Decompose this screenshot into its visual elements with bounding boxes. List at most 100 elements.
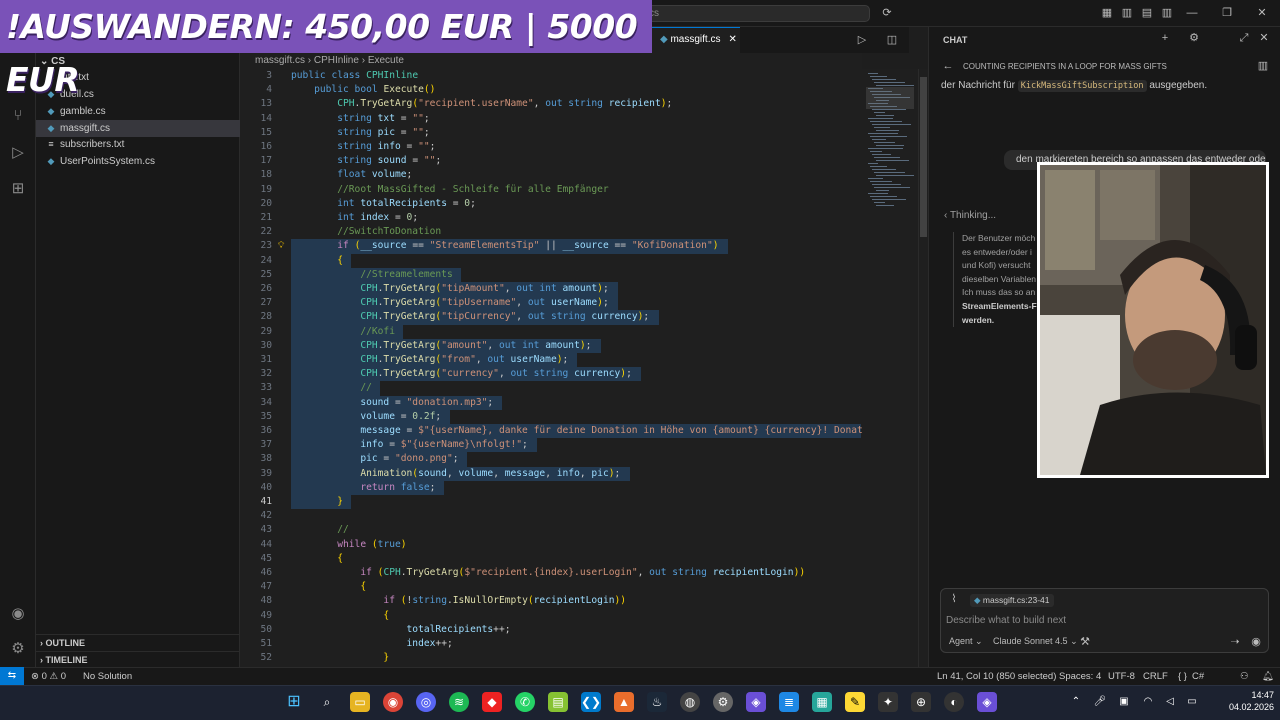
chat-input[interactable]: Describe what to build next — [946, 615, 1066, 626]
app-icon[interactable]: ◈ — [746, 692, 766, 712]
code-line[interactable]: 37 info = $"{userName}\nfolgt!"; — [240, 438, 862, 453]
indent-status[interactable]: Spaces: 4 — [1059, 668, 1101, 685]
file-item[interactable]: ≡ subscribers.txt — [36, 136, 240, 153]
tray-chevron-icon[interactable]: ⌃ — [1066, 692, 1086, 712]
breadcrumb-class[interactable]: CPHInline — [314, 55, 359, 66]
code-line[interactable]: 44 while (true) — [240, 538, 862, 552]
context-chip[interactable]: ◆ massgift.cs:23-41 — [970, 594, 1054, 607]
restore-icon[interactable]: ❐ — [1220, 6, 1234, 20]
tab-massgift[interactable]: ◆ massgift.cs ✕ — [652, 27, 740, 53]
code-editor[interactable]: 3 public class CPHInline 4 public bool Exe… — [240, 69, 862, 667]
code-line[interactable]: 14 string txt = ""; — [240, 112, 862, 126]
copilot-icon[interactable]: ⟳ — [880, 6, 894, 20]
command-center-search[interactable]: cs — [640, 5, 870, 22]
code-line[interactable]: 15 string pic = ""; — [240, 126, 862, 140]
code-line[interactable]: 35 volume = 0.2f; — [240, 409, 862, 424]
code-line[interactable]: 50 totalRecipients++; — [240, 623, 862, 637]
editor-scrollbar[interactable] — [918, 69, 928, 667]
code-line[interactable]: 26 CPH.TryGetArg("tipAmount", out int am… — [240, 282, 862, 297]
spotify-icon[interactable]: ≋ — [449, 692, 469, 712]
code-line[interactable]: 48 if (!string.IsNullOrEmpty(recipientLo… — [240, 594, 862, 608]
code-line[interactable]: 38 pic = "dono.png"; — [240, 452, 862, 467]
new-chat-icon[interactable]: + — [1158, 31, 1172, 45]
breadcrumb-method[interactable]: Execute — [368, 55, 404, 66]
code-line[interactable]: 19 //Root MassGifted - Schleife für alle… — [240, 183, 862, 197]
chrome-icon[interactable]: ◉ — [383, 692, 403, 712]
encoding-status[interactable]: UTF-8 — [1108, 668, 1135, 685]
code-line[interactable]: 13 CPH.TryGetArg("recipient.userName", o… — [240, 97, 862, 111]
timeline-section[interactable]: › TIMELINE — [36, 651, 240, 668]
code-line[interactable]: 39 Animation(sound, volume, message, inf… — [240, 466, 862, 481]
code-line[interactable]: 36 message = $"{userName}, danke für dei… — [240, 424, 862, 439]
layout-icon[interactable]: ▦ — [1100, 6, 1114, 20]
extensions-icon[interactable]: ⊞ — [8, 179, 28, 199]
code-line[interactable]: 52 } — [240, 651, 862, 665]
remote-icon[interactable]: ⇆ — [0, 667, 24, 685]
language-status[interactable]: C# — [1192, 668, 1204, 685]
whatsapp-icon[interactable]: ✆ — [515, 692, 535, 712]
toggle-sidebar-icon[interactable]: ▥ — [1120, 6, 1134, 20]
code-line[interactable]: 34 sound = "donation.mp3"; — [240, 395, 862, 410]
thinking-toggle[interactable]: ‹ Thinking... — [944, 210, 996, 221]
file-item[interactable]: ◆ UserPointsSystem.cs — [36, 153, 240, 170]
discord-icon[interactable]: ◎ — [416, 692, 436, 712]
app-icon[interactable]: ◆ — [482, 692, 502, 712]
send-icon[interactable]: ➝ — [1228, 635, 1242, 649]
code-line[interactable]: 42 — [240, 509, 862, 523]
account-icon[interactable]: ◉ — [8, 604, 28, 624]
toggle-secondary-sidebar-icon[interactable]: ▥ — [1160, 6, 1174, 20]
gear-icon[interactable]: ⚙ — [8, 639, 28, 659]
code-line[interactable]: 29 //Kofi — [240, 324, 862, 339]
sessions-icon[interactable]: ▥ — [1256, 59, 1270, 73]
code-line[interactable]: 18 float volume; — [240, 168, 862, 182]
app-icon[interactable]: ▲ — [614, 692, 634, 712]
code-line[interactable]: 20 int totalRecipients = 0; — [240, 197, 862, 211]
outline-section[interactable]: › OUTLINE — [36, 634, 240, 651]
code-line[interactable]: 24 { — [240, 253, 862, 268]
run-debug-icon[interactable]: ▷ — [8, 143, 28, 163]
app-icon[interactable]: ✦ — [878, 692, 898, 712]
volume-icon[interactable]: ◁ — [1160, 692, 1180, 712]
code-line[interactable]: 28 CPH.TryGetArg("tipCurrency", out stri… — [240, 310, 862, 325]
code-line[interactable]: 43 // — [240, 523, 862, 537]
microphone-icon[interactable]: 🎤︎ — [1090, 692, 1110, 712]
close-icon[interactable]: ✕ — [728, 34, 736, 45]
system-clock[interactable]: 14:47 04.02.2026 — [1218, 689, 1274, 713]
app-icon[interactable]: ⊕ — [911, 692, 931, 712]
app-icon[interactable]: ▦ — [812, 692, 832, 712]
code-line[interactable]: 17 string sound = ""; — [240, 154, 862, 168]
code-line[interactable]: 40 return false; — [240, 480, 862, 495]
solution-status[interactable]: No Solution — [83, 668, 132, 685]
app-icon[interactable]: ⚙ — [713, 692, 733, 712]
app-icon[interactable]: ◐ — [944, 692, 964, 712]
code-line[interactable]: 31 CPH.TryGetArg("from", out userName); — [240, 353, 862, 368]
minimap[interactable] — [862, 69, 918, 667]
scrollbar-thumb[interactable] — [920, 77, 927, 237]
close-window-icon[interactable]: ✕ — [1255, 6, 1269, 20]
tools-icon[interactable]: ⚒ — [1078, 635, 1092, 649]
split-editor-icon[interactable]: ◫ — [885, 33, 899, 47]
model-picker[interactable]: Claude Sonnet 4.5 ⌄ — [993, 636, 1078, 647]
code-line[interactable]: 51 index++; — [240, 637, 862, 651]
code-line[interactable]: 16 string info = ""; — [240, 140, 862, 154]
copilot-status-icon[interactable]: ⚇ — [1240, 668, 1249, 685]
battery-icon[interactable]: ▭ — [1182, 692, 1202, 712]
vscode-icon[interactable]: ❮❯ — [581, 692, 601, 712]
code-line[interactable]: 41 } — [240, 495, 862, 510]
notifications-icon[interactable]: 🔔︎ — [1262, 668, 1274, 685]
source-control-icon[interactable]: ⑂ — [8, 106, 28, 126]
file-item-selected[interactable]: ◆ massgift.cs — [36, 120, 240, 137]
gear-icon[interactable]: ⚙ — [1187, 31, 1201, 45]
search-icon[interactable]: ⌕ — [317, 692, 337, 712]
code-line[interactable]: 33 // — [240, 381, 862, 396]
close-icon[interactable]: ✕ — [1257, 31, 1271, 45]
code-line[interactable]: 4 public bool Execute() — [240, 83, 862, 97]
start-icon[interactable]: ⊞ — [284, 692, 304, 712]
app-icon[interactable]: ◈ — [977, 692, 997, 712]
lightbulb-icon[interactable]: 💡︎ — [278, 239, 284, 253]
problems-status[interactable]: ⊗ 0 ⚠ 0 — [31, 668, 66, 685]
code-line[interactable]: 27 CPH.TryGetArg("tipUsername", out user… — [240, 296, 862, 311]
wifi-icon[interactable]: ◠ — [1138, 692, 1158, 712]
code-line[interactable]: 23 if (__source == "StreamElementsTip" |… — [240, 239, 862, 254]
breadcrumb-file[interactable]: massgift.cs — [255, 55, 305, 66]
